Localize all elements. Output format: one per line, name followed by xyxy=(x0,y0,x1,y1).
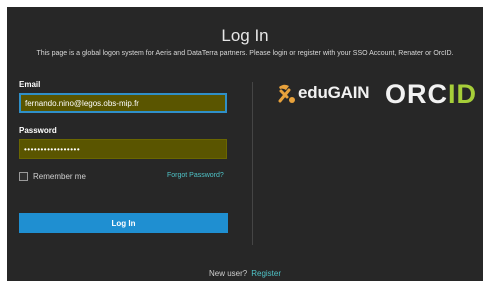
password-label: Password xyxy=(19,126,57,135)
email-field[interactable] xyxy=(19,93,227,113)
forgot-password-link[interactable]: Forgot Password? xyxy=(167,172,224,179)
orcid-logo-text: ORC xyxy=(385,79,448,109)
password-field[interactable]: ••••••••••••••••• xyxy=(19,139,227,159)
new-user-label: New user? xyxy=(208,269,248,278)
remember-me[interactable]: Remember me xyxy=(19,172,86,181)
login-panel: Log In This page is a global logon syste… xyxy=(7,7,483,281)
page-subtitle: This page is a global logon system for A… xyxy=(36,50,454,57)
page-title: Log In xyxy=(221,26,269,45)
remember-me-checkbox[interactable] xyxy=(19,172,28,181)
remember-me-label: Remember me xyxy=(33,172,86,181)
edugain-login-button[interactable]: eduGAIN xyxy=(275,81,370,105)
orcid-login-button[interactable]: ORCID xyxy=(385,79,477,109)
email-label: Email xyxy=(19,80,41,89)
register-link[interactable]: Register xyxy=(251,269,281,278)
login-button[interactable]: Log In xyxy=(19,213,228,233)
vertical-divider xyxy=(252,82,253,245)
register-prompt: New user? Register xyxy=(7,269,483,278)
edugain-logo-text: eduGAIN xyxy=(298,83,370,102)
orcid-logo-id: ID xyxy=(448,79,477,109)
edugain-logo-icon xyxy=(278,84,295,103)
